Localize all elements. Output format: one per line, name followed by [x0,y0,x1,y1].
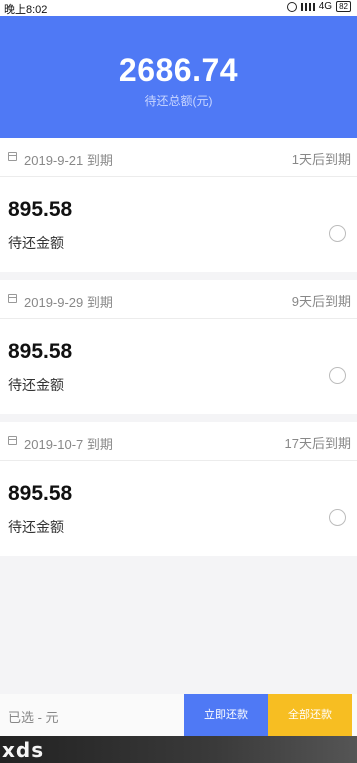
pay-all-button[interactable]: 全部还款 [268,694,352,736]
summary-header: 2686.74 待还总额(元) [0,16,357,138]
calendar-icon [8,152,17,161]
status-time: 晚上8:02 [4,4,48,16]
bill-amount-label: 待还金额 [8,377,64,393]
watermark-text: xds [2,738,45,762]
network-type: 4G [318,1,333,12]
pay-now-button[interactable]: 立即还款 [184,694,268,736]
calendar-icon [8,294,17,303]
days-left: 1天后到期 [291,152,351,167]
alarm-icon [286,1,297,12]
days-left: 9天后到期 [291,294,351,309]
bill-card-header: 2019-9-29 到期 9天后到期 [0,280,357,319]
battery-icon: 82 [336,1,351,12]
signal-icon [300,2,315,11]
bill-card-header: 2019-10-7 到期 17天后到期 [0,422,357,461]
due-date: 2019-10-7 到期 [24,437,113,452]
select-radio[interactable] [329,509,346,526]
bill-amount: 895.58 [8,340,73,363]
bottom-action-bar: 已选 - 元 立即还款 全部还款 [0,694,357,736]
days-left: 17天后到期 [284,436,351,451]
bill-amount: 895.58 [8,198,73,221]
bill-card[interactable]: 2019-9-21 到期 1天后到期 895.58 待还金额 [0,138,357,272]
total-amount: 2686.74 [118,52,239,88]
total-amount-label: 待还总额(元) [144,94,213,108]
select-radio[interactable] [329,225,346,242]
watermark-strip: xds [0,736,357,763]
bill-amount: 895.58 [8,482,73,505]
status-icons: 4G 82 [286,1,351,12]
selected-amount: 已选 - 元 [8,710,59,725]
bill-card-header: 2019-9-21 到期 1天后到期 [0,138,357,177]
select-radio[interactable] [329,367,346,384]
calendar-icon [8,436,17,445]
due-date: 2019-9-29 到期 [24,295,113,310]
bill-card[interactable]: 2019-9-29 到期 9天后到期 895.58 待还金额 [0,280,357,414]
bill-amount-label: 待还金额 [8,519,64,535]
bill-amount-label: 待还金额 [8,235,64,251]
bill-card[interactable]: 2019-10-7 到期 17天后到期 895.58 待还金额 [0,422,357,556]
status-bar: 晚上8:02 4G 82 [0,0,357,16]
due-date: 2019-9-21 到期 [24,153,113,168]
